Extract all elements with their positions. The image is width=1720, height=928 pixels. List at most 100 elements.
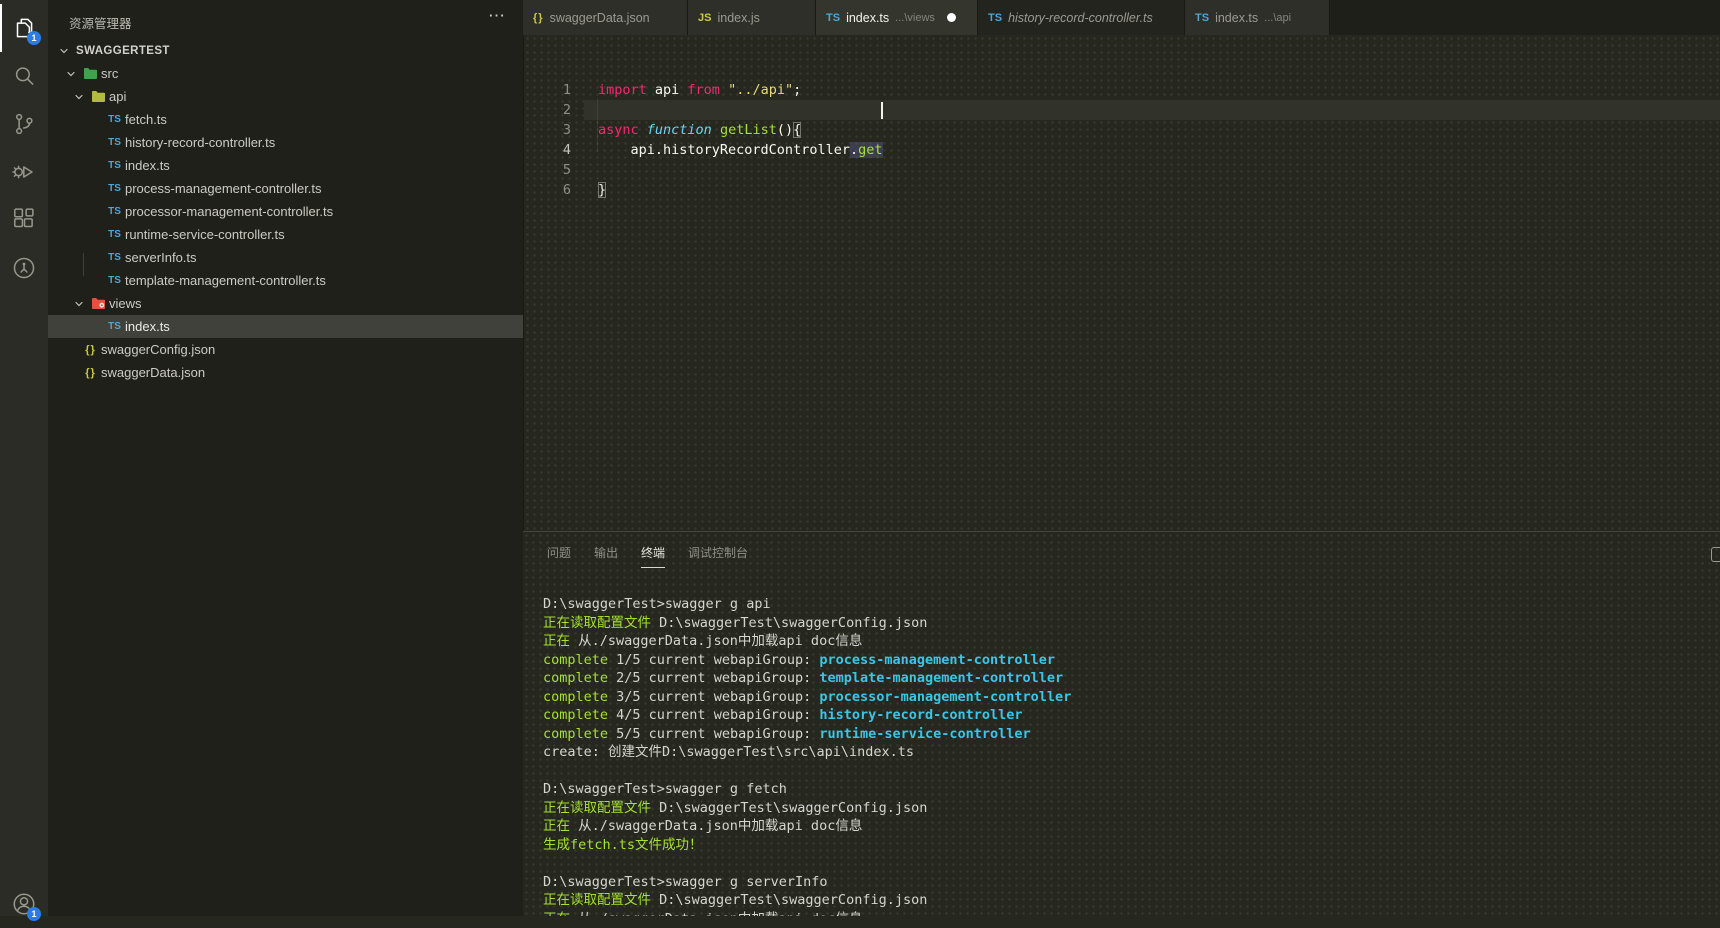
terminal-text: D:\swaggerTest>swagger g serverInfo <box>543 873 828 890</box>
tree-item-label: index.ts <box>125 158 170 173</box>
typescript-file-icon: TS <box>108 137 121 148</box>
terminal-text: create: 创建文件D:\swaggerTest\src\api\index… <box>543 744 914 760</box>
explorer-icon[interactable]: 1 <box>0 4 48 52</box>
terminal-text: runtime-service-controller <box>819 725 1031 742</box>
terminal-text: 3/5 current webapiGroup: <box>608 688 820 705</box>
tab-index-ts-api[interactable]: TS index.ts ...\api <box>1185 0 1330 35</box>
tab-history-record-controller-ts[interactable]: TS history-record-controller.ts <box>978 0 1185 35</box>
explorer-badge: 1 <box>27 31 41 45</box>
panel-tab-problems[interactable]: 问题 <box>547 544 571 568</box>
tree-item-swaggerdata-json[interactable]: {} swaggerData.json <box>48 361 523 384</box>
workspace-section-header[interactable]: SWAGGERTEST <box>48 40 523 62</box>
typescript-file-icon: TS <box>1195 11 1210 24</box>
terminal-line: 生成fetch.ts文件成功！ <box>543 836 1071 855</box>
tree-item-label: runtime-service-controller.ts <box>125 227 285 242</box>
typescript-file-icon: TS <box>108 206 121 217</box>
search-icon[interactable] <box>0 52 48 100</box>
panel-action-icon-partial[interactable] <box>1711 547 1720 562</box>
line-number: 2 <box>562 102 571 118</box>
tab-swaggerdata-json[interactable]: {} swaggerData.json <box>523 0 688 35</box>
tree-item-label: swaggerData.json <box>101 365 206 380</box>
tree-item-label: api <box>109 89 127 104</box>
terminal-output[interactable]: D:\swaggerTest>swagger g api 正在读取配置文件 D:\… <box>543 595 1071 916</box>
folder-src-icon <box>80 67 101 80</box>
tab-index-ts-views[interactable]: TS index.ts ...\views <box>816 0 978 35</box>
terminal-text: complete <box>543 688 609 705</box>
typescript-file-icon: TS <box>108 229 121 240</box>
chevron-down-icon <box>70 297 88 311</box>
code-line-3: async function getList(){ <box>598 120 802 140</box>
tree-item-label: template-management-controller.ts <box>125 273 326 288</box>
json-file-icon: {} <box>85 343 96 356</box>
terminal-line: 正在读取配置文件 D:\swaggerTest\swaggerConfig.js… <box>543 799 1071 818</box>
tab-label: index.js <box>717 10 760 25</box>
terminal-text: 1/5 current webapiGroup: <box>608 651 820 668</box>
code-token: function <box>646 122 712 138</box>
code-token: { <box>793 122 802 138</box>
text-cursor <box>881 102 883 119</box>
tree-item-label: fetch.ts <box>125 112 167 127</box>
code-token: from <box>687 82 720 98</box>
tree-item-label: views <box>109 296 142 311</box>
run-and-debug-icon[interactable] <box>0 148 48 196</box>
panel-tab-terminal[interactable]: 终端 <box>641 544 666 568</box>
tree-item-index-ts[interactable]: TS index.ts <box>48 154 523 177</box>
line-number: 4 <box>562 142 571 158</box>
line-number: 3 <box>562 122 571 138</box>
line-number: 1 <box>562 82 571 98</box>
tab-label: index.ts <box>846 10 890 25</box>
more-actions-icon[interactable]: ⋯ <box>488 6 505 26</box>
tree-item-processor-management-controller-ts[interactable]: TS processor-management-controller.ts <box>48 200 523 223</box>
extensions-icon[interactable] <box>0 196 48 244</box>
code-token: async <box>598 122 639 138</box>
tree-item-fetch-ts[interactable]: TS fetch.ts <box>48 108 523 131</box>
terminal-text: complete <box>543 725 609 742</box>
sidebar-title: 资源管理器 <box>69 17 132 31</box>
code-token: api.historyRecordController <box>598 142 850 158</box>
code-token: . <box>849 142 859 158</box>
code-line-1: import api from "../api"; <box>598 80 801 100</box>
terminal-text: 正在 <box>543 911 570 917</box>
account-badge: 1 <box>27 907 41 921</box>
line-number: 6 <box>562 182 571 198</box>
tree-item-api[interactable]: api <box>48 85 523 108</box>
source-control-icon[interactable] <box>0 100 48 148</box>
chevron-down-icon <box>62 67 80 81</box>
code-editor[interactable]: 1 2 3 4 5 6 import api from "../api"; async fu… <box>523 35 1720 531</box>
tab-path-description: ...\api <box>1264 11 1292 24</box>
code-line-6: } <box>598 180 607 200</box>
folder-api-icon <box>88 90 109 103</box>
tree-item-views[interactable]: views <box>48 292 523 315</box>
terminal-line: 正在读取配置文件 D:\swaggerTest\swaggerConfig.js… <box>543 614 1071 633</box>
terminal-text: 生成fetch.ts文件成功！ <box>543 836 703 853</box>
vscode-window: 11 资源管理器 ⋯ SWAGGERTEST src api TS fetch.ts T… <box>0 0 1720 921</box>
terminal-text: 从./swaggerData.json中加载api doc信息 <box>570 633 863 649</box>
terminal-line: D:\swaggerTest>swagger g fetch <box>543 780 1071 799</box>
account-icon[interactable]: 1 <box>0 880 48 928</box>
tree-item-swaggerconfig-json[interactable]: {} swaggerConfig.json <box>48 338 523 361</box>
terminal-text: 正在 <box>543 818 570 834</box>
terminal-line: D:\swaggerTest>swagger g api <box>543 595 1071 614</box>
explorer-sidebar: 资源管理器 ⋯ SWAGGERTEST src api TS fetch.ts TS hi… <box>48 0 523 916</box>
code-token: () <box>776 122 794 138</box>
tree-item-process-management-controller-ts[interactable]: TS process-management-controller.ts <box>48 177 523 200</box>
panel-tab-debug-console[interactable]: 调试控制台 <box>688 544 748 568</box>
tree-item-history-record-controller-ts[interactable]: TS history-record-controller.ts <box>48 131 523 154</box>
tab-index-js[interactable]: JS index.js <box>688 0 816 35</box>
terminal-text: 从./swaggerData.json中加载api doc信息 <box>570 911 862 917</box>
tree-item-serverinfo-ts[interactable]: TS serverInfo.ts <box>48 246 523 269</box>
tree-item-index-ts[interactable]: TS index.ts <box>48 315 523 338</box>
custom-view-icon[interactable] <box>0 244 48 292</box>
terminal-line: complete 2/5 current webapiGroup: templa… <box>543 669 1071 688</box>
panel-tab-output[interactable]: 输出 <box>594 544 618 568</box>
tree-item-template-management-controller-ts[interactable]: TS template-management-controller.ts <box>48 269 523 292</box>
activity-bar: 11 <box>0 0 48 921</box>
tree-item-src[interactable]: src <box>48 62 523 85</box>
modified-dot-icon[interactable] <box>946 13 956 22</box>
terminal-text: process-management-controller <box>819 651 1056 668</box>
line-number: 5 <box>562 162 571 178</box>
tree-item-runtime-service-controller-ts[interactable]: TS runtime-service-controller.ts <box>48 223 523 246</box>
